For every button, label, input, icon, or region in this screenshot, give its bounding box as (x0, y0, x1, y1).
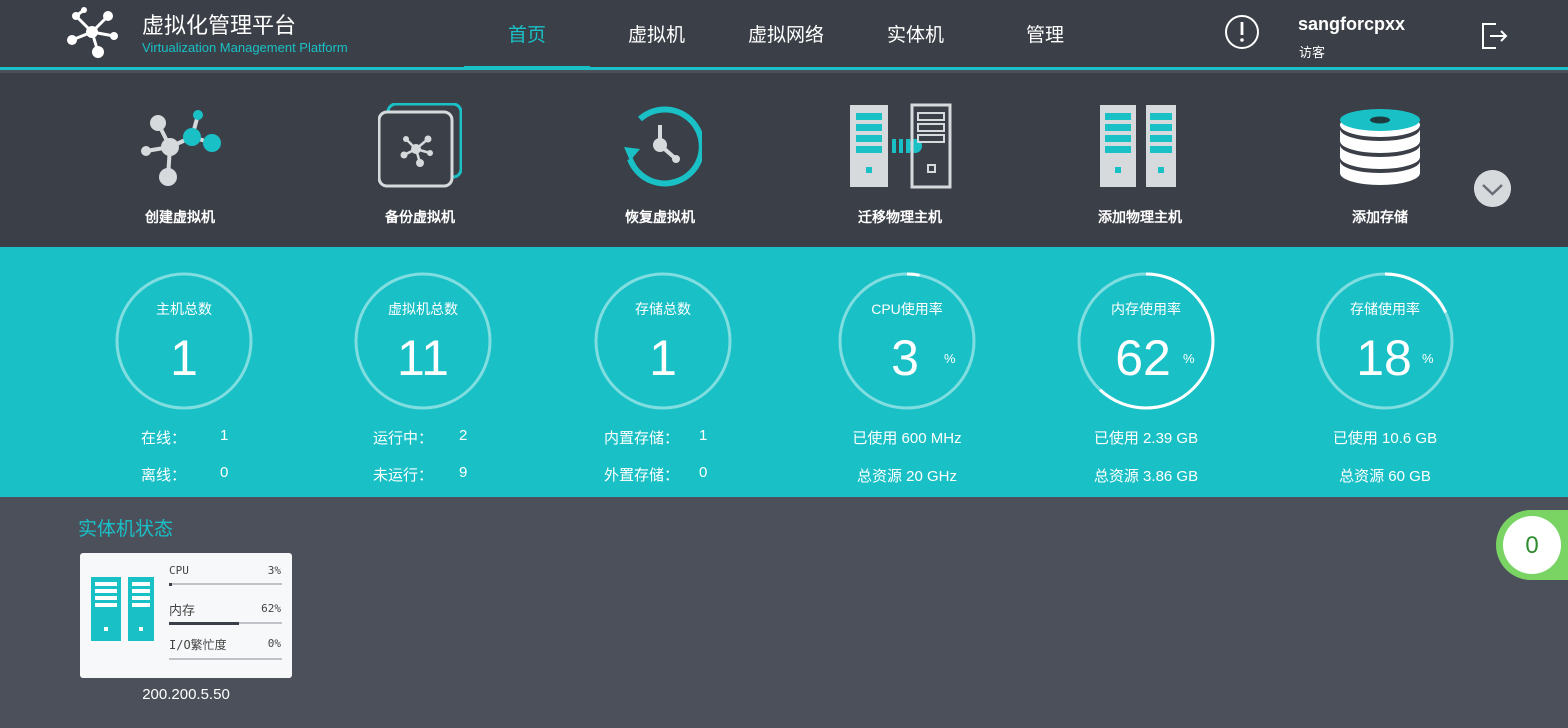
host-cpu-label: CPU (169, 564, 189, 577)
nav-home[interactable]: 首页 (508, 20, 546, 47)
memory-total: 总资源 3.86 GB (1093, 468, 1199, 485)
storage-external-label: 外置存储： (604, 467, 680, 484)
vms-running-value: 2 (459, 427, 468, 444)
hosts-online-label: 在线： (141, 430, 187, 447)
host-io-value: 0% (267, 637, 281, 650)
cpu-total: 总资源 20 GHz (856, 468, 958, 485)
host-io-label: I/O繁忙度 (169, 638, 227, 652)
backup-vm-label: 备份虚拟机 (385, 209, 455, 225)
hosts-value: 1 (170, 330, 198, 386)
host-ip[interactable]: 200.200.5.50 (80, 686, 292, 703)
platform-subtitle: Virtualization Management Platform (142, 40, 348, 55)
disk-total: 总资源 60 GB (1339, 468, 1431, 485)
vms-stopped-label: 未运行： (373, 467, 434, 484)
disk-title: 存储使用率 (1350, 301, 1420, 317)
storage-external-value: 0 (699, 464, 708, 481)
hosts-title: 主机总数 (156, 301, 212, 317)
nav-management[interactable]: 管理 (1026, 20, 1064, 47)
resource-stats-band: 主机总数 1 在线： 1 离线： 0 虚拟机总数 11 运行中： 2 未运行： … (0, 247, 1568, 497)
add-host-icon (1100, 105, 1176, 187)
vms-stopped-value: 9 (459, 464, 468, 481)
host-memory-value: 62% (261, 602, 281, 615)
memory-used: 已使用 2.39 GB (1093, 430, 1199, 447)
hosts-offline-value: 0 (220, 464, 229, 481)
restore-vm-icon (624, 106, 702, 187)
storage-internal-label: 内置存储： (604, 430, 680, 447)
cpu-unit: % (944, 351, 956, 366)
storage-title: 存储总数 (635, 301, 691, 317)
storage-internal-value: 1 (699, 427, 708, 444)
memory-title: 内存使用率 (1111, 301, 1181, 317)
add-storage-icon (1340, 109, 1420, 185)
create-vm-button[interactable]: 创建虚拟机 (100, 103, 260, 233)
username[interactable]: sangforcpxx (1298, 14, 1405, 35)
logout-icon[interactable] (1478, 20, 1510, 52)
stat-memory[interactable]: 内存使用率 62 % 已使用 2.39 GB 总资源 3.86 GB (1026, 247, 1266, 497)
memory-unit: % (1183, 351, 1195, 366)
nav-virtual-machines[interactable]: 虚拟机 (628, 20, 685, 47)
alert-icon[interactable] (1224, 14, 1260, 50)
server-icon (91, 577, 154, 641)
disk-value: 18 (1356, 330, 1412, 386)
stat-storage[interactable]: 存储总数 1 内置存储： 1 外置存储： 0 (543, 247, 783, 497)
nav-virtual-network[interactable]: 虚拟网络 (748, 20, 824, 47)
disk-used: 已使用 10.6 GB (1332, 430, 1438, 447)
vms-value: 11 (397, 330, 449, 386)
alarm-badge-circle: 0 (1503, 516, 1561, 574)
migrate-host-icon (850, 103, 952, 189)
storage-value: 1 (649, 330, 677, 386)
host-card[interactable]: CPU 3% 内存 62% I/O繁忙度 0% (80, 553, 292, 678)
hosts-offline-label: 离线： (141, 467, 187, 484)
quick-actions-bar: 创建虚拟机 备份虚拟机 恢复虚拟机 迁移物理主机 添加物理主机 添加存储 (0, 73, 1568, 247)
host-cpu-bar-fill (169, 583, 173, 586)
create-vm-icon (141, 110, 221, 186)
top-navbar: 虚拟化管理平台 Virtualization Management Platfo… (0, 0, 1568, 70)
chevron-down-icon[interactable] (1474, 170, 1511, 207)
add-storage-button[interactable]: 添加存储 (1300, 103, 1460, 233)
cpu-used: 已使用 600 MHz (852, 430, 962, 447)
host-cpu-bar (169, 583, 282, 586)
migrate-host-label: 迁移物理主机 (858, 209, 942, 225)
cpu-value: 3 (891, 330, 919, 386)
host-memory-bar (169, 622, 282, 625)
host-cpu-value: 3% (267, 564, 281, 577)
create-vm-label: 创建虚拟机 (145, 209, 215, 225)
host-status-title: 实体机状态 (78, 519, 174, 540)
memory-value: 62 (1115, 330, 1171, 386)
host-io-bar (169, 658, 282, 660)
platform-logo-icon (67, 7, 118, 58)
user-role: 访客 (1299, 45, 1326, 60)
stat-disk[interactable]: 存储使用率 18 % 已使用 10.6 GB 总资源 60 GB (1265, 247, 1505, 497)
backup-vm-button[interactable]: 备份虚拟机 (340, 103, 500, 233)
add-host-button[interactable]: 添加物理主机 (1060, 103, 1220, 233)
restore-vm-label: 恢复虚拟机 (625, 209, 695, 225)
migrate-host-button[interactable]: 迁移物理主机 (820, 103, 980, 233)
vms-title: 虚拟机总数 (388, 301, 458, 317)
stat-vms[interactable]: 虚拟机总数 11 运行中： 2 未运行： 9 (303, 247, 543, 497)
stat-hosts[interactable]: 主机总数 1 在线： 1 离线： 0 (64, 247, 304, 497)
platform-title: 虚拟化管理平台 (142, 13, 297, 38)
host-memory-bar-fill (169, 622, 240, 625)
backup-vm-icon (378, 103, 462, 188)
add-storage-label: 添加存储 (1352, 209, 1408, 225)
vms-running-label: 运行中： (373, 430, 434, 447)
hosts-online-value: 1 (220, 427, 229, 444)
alarm-count: 0 (1525, 532, 1539, 559)
cpu-title: CPU使用率 (871, 301, 943, 317)
nav-physical-hosts[interactable]: 实体机 (887, 20, 944, 47)
add-host-label: 添加物理主机 (1098, 209, 1182, 225)
disk-unit: % (1422, 351, 1434, 366)
restore-vm-button[interactable]: 恢复虚拟机 (580, 103, 740, 233)
stat-cpu[interactable]: CPU使用率 3 % 已使用 600 MHz 总资源 20 GHz (787, 247, 1027, 497)
nav-active-indicator (464, 66, 590, 70)
alarm-badge[interactable]: 0 (1496, 510, 1568, 580)
host-memory-label: 内存 (169, 604, 196, 619)
